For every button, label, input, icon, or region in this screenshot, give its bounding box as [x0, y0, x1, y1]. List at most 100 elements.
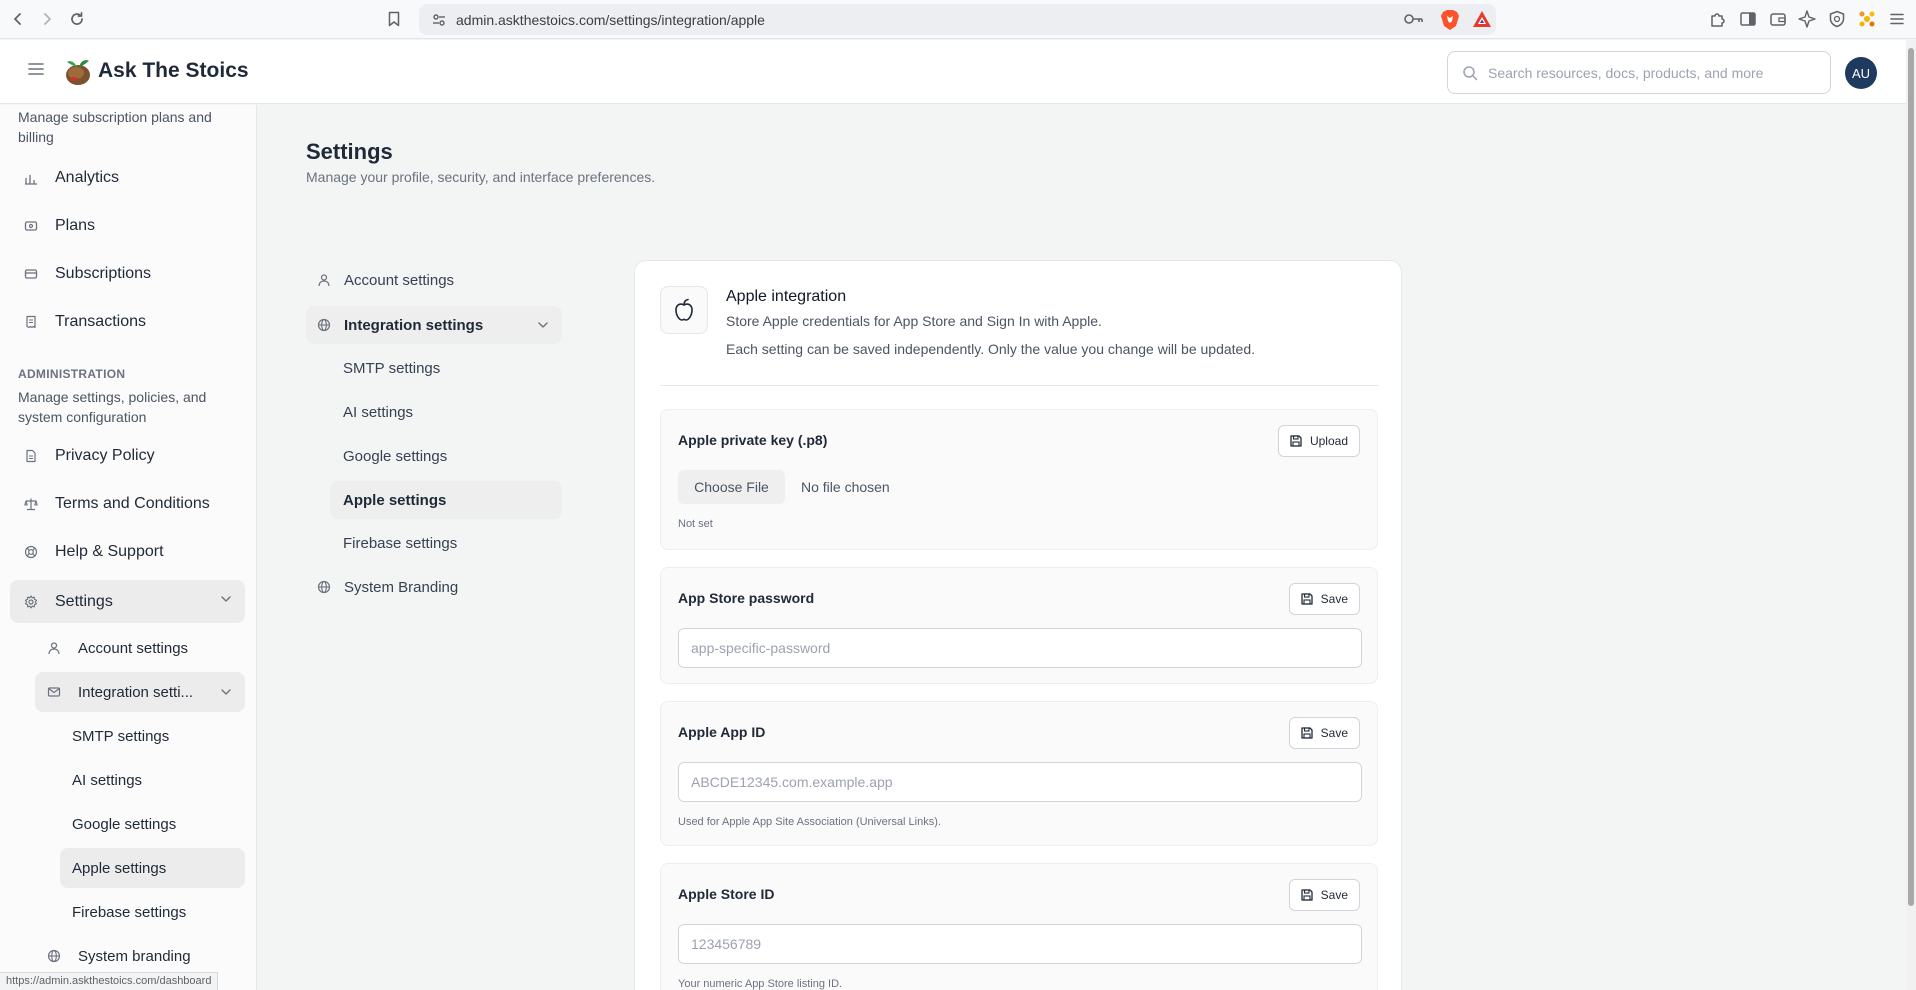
gear-icon	[23, 594, 39, 610]
sidebar-item-google-settings[interactable]: Google settings	[60, 805, 245, 843]
administration-heading: ADMINISTRATION	[18, 367, 126, 381]
settings-nav-label: SMTP settings	[343, 359, 441, 377]
brave-shield-icon[interactable]	[1440, 9, 1460, 31]
save-icon	[1300, 888, 1314, 902]
sidebar-item-help-support[interactable]: Help & Support	[10, 532, 245, 572]
save-button[interactable]: Save	[1288, 717, 1360, 749]
extensions-icon[interactable]	[1707, 8, 1729, 30]
credit-card-icon	[23, 266, 39, 282]
save-icon	[1300, 592, 1314, 606]
sidebar-item-account-settings[interactable]: Account settings	[35, 629, 245, 667]
settings-nav-google[interactable]: Google settings	[330, 440, 562, 472]
search-placeholder: Search resources, docs, products, and mo…	[1488, 65, 1764, 81]
receipt-icon	[23, 314, 39, 330]
settings-nav-ai[interactable]: AI settings	[330, 396, 562, 428]
sidebar-item-transactions[interactable]: Transactions	[10, 302, 245, 342]
settings-nav-smtp[interactable]: SMTP settings	[330, 352, 562, 384]
chevron-down-icon[interactable]	[536, 318, 550, 332]
sidebar-item-apple-settings[interactable]: Apple settings	[60, 848, 245, 888]
reload-icon[interactable]	[65, 7, 89, 31]
choose-file-button[interactable]: Choose File	[678, 470, 785, 504]
search-icon	[1462, 65, 1478, 81]
settings-nav-label: AI settings	[343, 403, 414, 421]
key-icon[interactable]	[1404, 12, 1424, 26]
app-name[interactable]: Ask The Stoics	[98, 59, 249, 83]
page-title: Settings	[306, 139, 393, 164]
globe-icon	[316, 317, 332, 333]
bar-chart-icon	[23, 170, 39, 186]
sidebar-item-label: Transactions	[55, 313, 146, 330]
sidebar-item-smtp-settings[interactable]: SMTP settings	[60, 717, 245, 755]
field-label: Apple App ID	[678, 724, 766, 740]
sidebar-item-terms[interactable]: Terms and Conditions	[10, 484, 245, 524]
extension-colorful-icon[interactable]	[1856, 8, 1878, 30]
user-icon	[316, 272, 332, 288]
chevron-down-icon[interactable]	[219, 685, 233, 699]
vpn-shield-icon[interactable]	[1826, 8, 1848, 30]
chevron-down-icon[interactable]	[219, 592, 233, 606]
field-help: Used for Apple App Site Association (Uni…	[678, 816, 941, 828]
avatar[interactable]: AU	[1845, 57, 1877, 89]
scrollbar-thumb[interactable]	[1908, 48, 1914, 906]
apple-store-id-input[interactable]	[678, 924, 1362, 964]
sidebar-item-subscriptions[interactable]: Subscriptions	[10, 254, 245, 294]
settings-nav-branding[interactable]: System Branding	[306, 571, 562, 603]
sidebar-item-label: Analytics	[55, 169, 120, 186]
sidebar-item-analytics[interactable]: Analytics	[10, 158, 245, 198]
site-settings-icon[interactable]	[431, 12, 447, 28]
billing-description: Manage subscription plans and billing	[18, 109, 212, 145]
apple-app-id-input[interactable]	[678, 762, 1362, 802]
save-button[interactable]: Save	[1288, 583, 1360, 615]
sidebar-item-firebase-settings[interactable]: Firebase settings	[60, 893, 245, 931]
administration-description: Manage settings, policies, and system co…	[18, 389, 207, 425]
apple-app-id-field: Apple App ID Save Used for Apple App Sit…	[660, 701, 1378, 846]
settings-nav-label: Google settings	[343, 447, 448, 465]
settings-nav-label: Firebase settings	[343, 534, 458, 552]
leo-ai-icon[interactable]	[1796, 8, 1818, 30]
back-icon[interactable]	[6, 7, 30, 31]
page-scrollbar[interactable]	[1906, 40, 1916, 990]
sidebar-toggle-icon[interactable]	[1737, 8, 1759, 30]
globe-icon	[46, 948, 62, 964]
upload-button[interactable]: Upload	[1277, 425, 1360, 457]
apple-icon	[660, 286, 708, 334]
divider	[660, 385, 1378, 386]
mail-icon	[46, 684, 62, 700]
settings-nav-firebase[interactable]: Firebase settings	[330, 527, 562, 559]
sidebar-item-integration-settings[interactable]: Integration setti...	[35, 672, 245, 712]
app-store-password-field: App Store password Save	[660, 567, 1378, 684]
sidebar-item-label: Settings	[55, 592, 113, 610]
lifebuoy-icon	[23, 544, 39, 560]
settings-nav-integration[interactable]: Integration settings	[306, 306, 562, 344]
save-button[interactable]: Save	[1288, 879, 1360, 911]
field-label: Apple private key (.p8)	[678, 432, 828, 448]
forward-icon[interactable]	[35, 7, 59, 31]
save-icon	[1289, 434, 1303, 448]
settings-nav-label: Integration settings	[344, 316, 484, 334]
sidebar-item-settings[interactable]: Settings	[10, 580, 245, 623]
card-description: Store Apple credentials for App Store an…	[726, 313, 1102, 329]
sidebar-item-label: Google settings	[72, 815, 177, 833]
bookmark-icon[interactable]	[382, 7, 406, 31]
address-bar[interactable]: admin.askthestoics.com/settings/integrat…	[419, 4, 1496, 35]
apple-store-id-field: Apple Store ID Save Your numeric App Sto…	[660, 863, 1378, 990]
sidebar-item-privacy-policy[interactable]: Privacy Policy	[10, 436, 245, 476]
card-note: Each setting can be saved independently.…	[726, 341, 1255, 357]
browser-menu-icon[interactable]	[1886, 8, 1908, 30]
sidebar-item-system-branding[interactable]: System branding	[35, 937, 245, 975]
app-logo[interactable]	[64, 57, 92, 87]
sidebar-item-plans[interactable]: Plans	[10, 206, 245, 246]
settings-nav-apple[interactable]: Apple settings	[330, 481, 562, 519]
scale-icon	[23, 496, 39, 512]
sidebar-item-ai-settings[interactable]: AI settings	[60, 761, 245, 799]
sidebar-item-label: AI settings	[72, 771, 143, 789]
field-help: Your numeric App Store listing ID.	[678, 978, 843, 990]
app-header: Ask The Stoics Search resources, docs, p…	[0, 40, 1906, 104]
menu-toggle-icon[interactable]	[28, 62, 44, 76]
brave-rewards-icon[interactable]	[1472, 10, 1492, 28]
settings-nav-account[interactable]: Account settings	[306, 264, 562, 296]
wallet-icon[interactable]	[1767, 8, 1789, 30]
global-search[interactable]: Search resources, docs, products, and mo…	[1447, 51, 1831, 94]
sidebar-item-label: SMTP settings	[72, 727, 170, 745]
app-store-password-input[interactable]	[678, 628, 1362, 668]
